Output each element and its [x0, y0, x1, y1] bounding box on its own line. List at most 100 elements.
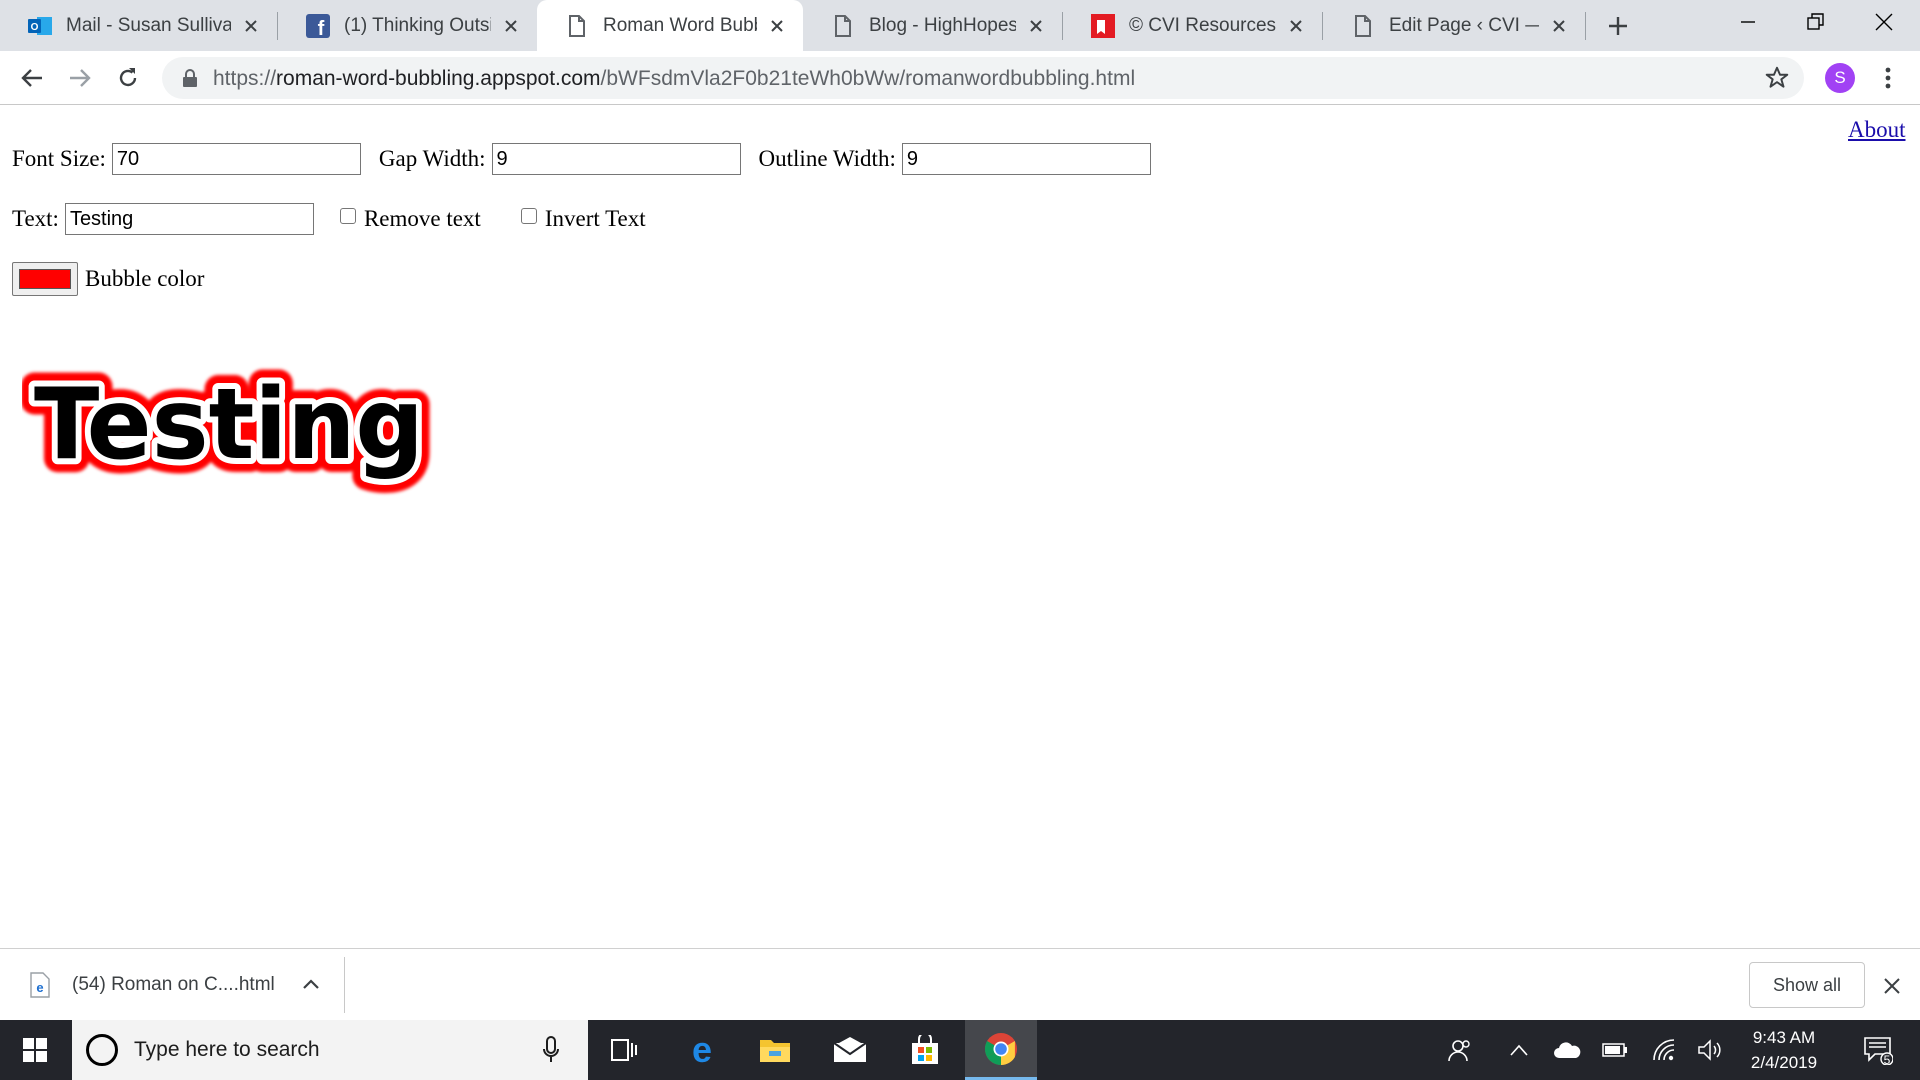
- url-text[interactable]: https://roman-word-bubbling.appspot.com/…: [213, 67, 1135, 91]
- wifi-icon: [1653, 1039, 1675, 1061]
- remove-text-checkbox[interactable]: [339, 208, 356, 224]
- tab-separator: [1585, 12, 1586, 40]
- gap-width-input[interactable]: [491, 143, 741, 175]
- more-vertical-icon: [1885, 67, 1891, 89]
- size-settings-row: Font Size: Gap Width: Outline Width:: [12, 143, 1151, 175]
- download-bar: e (54) Roman on C....html Show all: [0, 948, 1920, 1020]
- mail-icon: [833, 1037, 867, 1062]
- bookmark-star-icon[interactable]: [1764, 65, 1790, 91]
- page-icon: [831, 14, 855, 38]
- microphone-icon[interactable]: [542, 1036, 560, 1064]
- new-tab-button[interactable]: [1602, 10, 1634, 42]
- speaker-icon: [1698, 1039, 1721, 1061]
- invert-text-checkbox[interactable]: [520, 208, 537, 224]
- volume-button[interactable]: [1688, 1020, 1732, 1080]
- address-bar[interactable]: https://roman-word-bubbling.appspot.com/…: [162, 57, 1804, 99]
- show-hidden-icons-button[interactable]: [1497, 1020, 1541, 1080]
- tab-blog-highhopes[interactable]: Blog - HighHopes: [803, 0, 1062, 51]
- tab-facebook[interactable]: f (1) Thinking Outside: [278, 0, 537, 51]
- outlook-icon: O: [28, 14, 52, 38]
- svg-text:f: f: [318, 18, 325, 38]
- font-size-input[interactable]: [111, 143, 361, 175]
- svg-text:e: e: [36, 980, 43, 995]
- close-icon[interactable]: [1547, 14, 1571, 38]
- close-icon[interactable]: [1284, 14, 1308, 38]
- minimize-button[interactable]: [1714, 0, 1782, 44]
- bubble-color-picker[interactable]: [12, 262, 78, 296]
- close-icon[interactable]: [765, 14, 789, 38]
- url-scheme: https://: [213, 67, 277, 90]
- restore-button[interactable]: [1782, 0, 1850, 44]
- close-window-button[interactable]: [1850, 0, 1918, 44]
- reload-button[interactable]: [112, 62, 144, 94]
- tab-title: Roman Word Bubbling: [603, 14, 757, 36]
- battery-icon: [1602, 1043, 1627, 1057]
- search-placeholder: Type here to search: [134, 1038, 320, 1061]
- url-host: roman-word-bubbling.appspot.com: [276, 67, 601, 90]
- forward-button[interactable]: [64, 62, 96, 94]
- cortana-icon: [86, 1034, 118, 1066]
- invert-text-label: Invert Text: [544, 206, 646, 231]
- mail-button[interactable]: [815, 1020, 885, 1080]
- profile-avatar[interactable]: S: [1825, 63, 1855, 93]
- chevron-up-icon[interactable]: [300, 973, 322, 995]
- action-center-button[interactable]: 5: [1852, 1020, 1904, 1080]
- gap-width-label: Gap Width:: [378, 146, 486, 171]
- tab-title: Blog - HighHopes: [869, 14, 1016, 36]
- close-icon[interactable]: [1024, 14, 1048, 38]
- battery-button[interactable]: [1593, 1020, 1637, 1080]
- svg-text:O: O: [31, 22, 39, 33]
- page-icon: [1351, 14, 1375, 38]
- bubble-color-label: Bubble color: [85, 266, 205, 291]
- taskbar-clock[interactable]: 9:43 AM 2/4/2019: [1734, 1025, 1834, 1075]
- about-link[interactable]: About: [1848, 117, 1906, 143]
- onedrive-button[interactable]: [1545, 1020, 1589, 1080]
- people-button[interactable]: [1438, 1020, 1482, 1080]
- start-button[interactable]: [0, 1020, 70, 1080]
- people-icon: [1448, 1040, 1470, 1062]
- store-button[interactable]: [890, 1020, 960, 1080]
- notification-count: 5: [1883, 1053, 1891, 1067]
- download-filename: (54) Roman on C....html: [72, 974, 275, 995]
- reload-icon: [119, 68, 137, 87]
- close-icon[interactable]: [499, 14, 523, 38]
- text-input[interactable]: [64, 203, 314, 235]
- show-all-downloads-button[interactable]: Show all: [1749, 962, 1865, 1008]
- task-view-icon: [611, 1039, 637, 1061]
- taskbar-search[interactable]: Type here to search: [72, 1020, 588, 1080]
- clock-date: 2/4/2019: [1750, 1053, 1818, 1072]
- tab-roman-word-bubbling[interactable]: Roman Word Bubbling: [537, 0, 803, 51]
- chrome-taskbar-button[interactable]: [965, 1020, 1037, 1080]
- page-content: About Font Size: Gap Width: Outline Widt…: [0, 106, 1920, 948]
- tab-cvi-resources[interactable]: © CVI Resources | 20: [1063, 0, 1322, 51]
- text-settings-row: Text: Remove text Invert Text: [12, 203, 652, 235]
- network-button[interactable]: [1643, 1020, 1687, 1080]
- bubble-text-output: Testing Testing Testing: [22, 354, 438, 496]
- store-icon: [912, 1035, 938, 1064]
- cvi-icon: [1091, 13, 1115, 38]
- tab-title: (1) Thinking Outside: [344, 14, 491, 36]
- remove-text-label: Remove text: [363, 206, 481, 231]
- edge-button[interactable]: e: [667, 1020, 737, 1080]
- tab-edit-page[interactable]: Edit Page ‹ CVI — W: [1323, 0, 1585, 51]
- font-size-label: Font Size:: [12, 146, 106, 171]
- back-button[interactable]: [16, 62, 48, 94]
- tab-mail[interactable]: O Mail - Susan Sullivan: [0, 0, 277, 51]
- outline-width-input[interactable]: [901, 143, 1151, 175]
- file-explorer-button[interactable]: [740, 1020, 810, 1080]
- task-view-button[interactable]: [589, 1020, 659, 1080]
- close-icon[interactable]: [239, 14, 263, 38]
- chevron-up-icon: [1510, 1044, 1528, 1056]
- browser-menu-button[interactable]: [1873, 63, 1903, 93]
- close-download-bar-button[interactable]: [1879, 973, 1905, 999]
- facebook-icon: f: [306, 13, 330, 38]
- arrow-right-icon: [70, 69, 91, 87]
- html-file-icon: e: [30, 972, 50, 998]
- browser-toolbar: https://roman-word-bubbling.appspot.com/…: [0, 51, 1920, 105]
- download-item[interactable]: e (54) Roman on C....html: [0, 949, 346, 1021]
- close-icon: [1884, 978, 1900, 994]
- windows-logo-icon: [23, 1038, 47, 1062]
- chrome-icon: [984, 1032, 1017, 1065]
- arrow-left-icon: [21, 69, 42, 87]
- color-settings-row: Bubble color: [12, 262, 210, 296]
